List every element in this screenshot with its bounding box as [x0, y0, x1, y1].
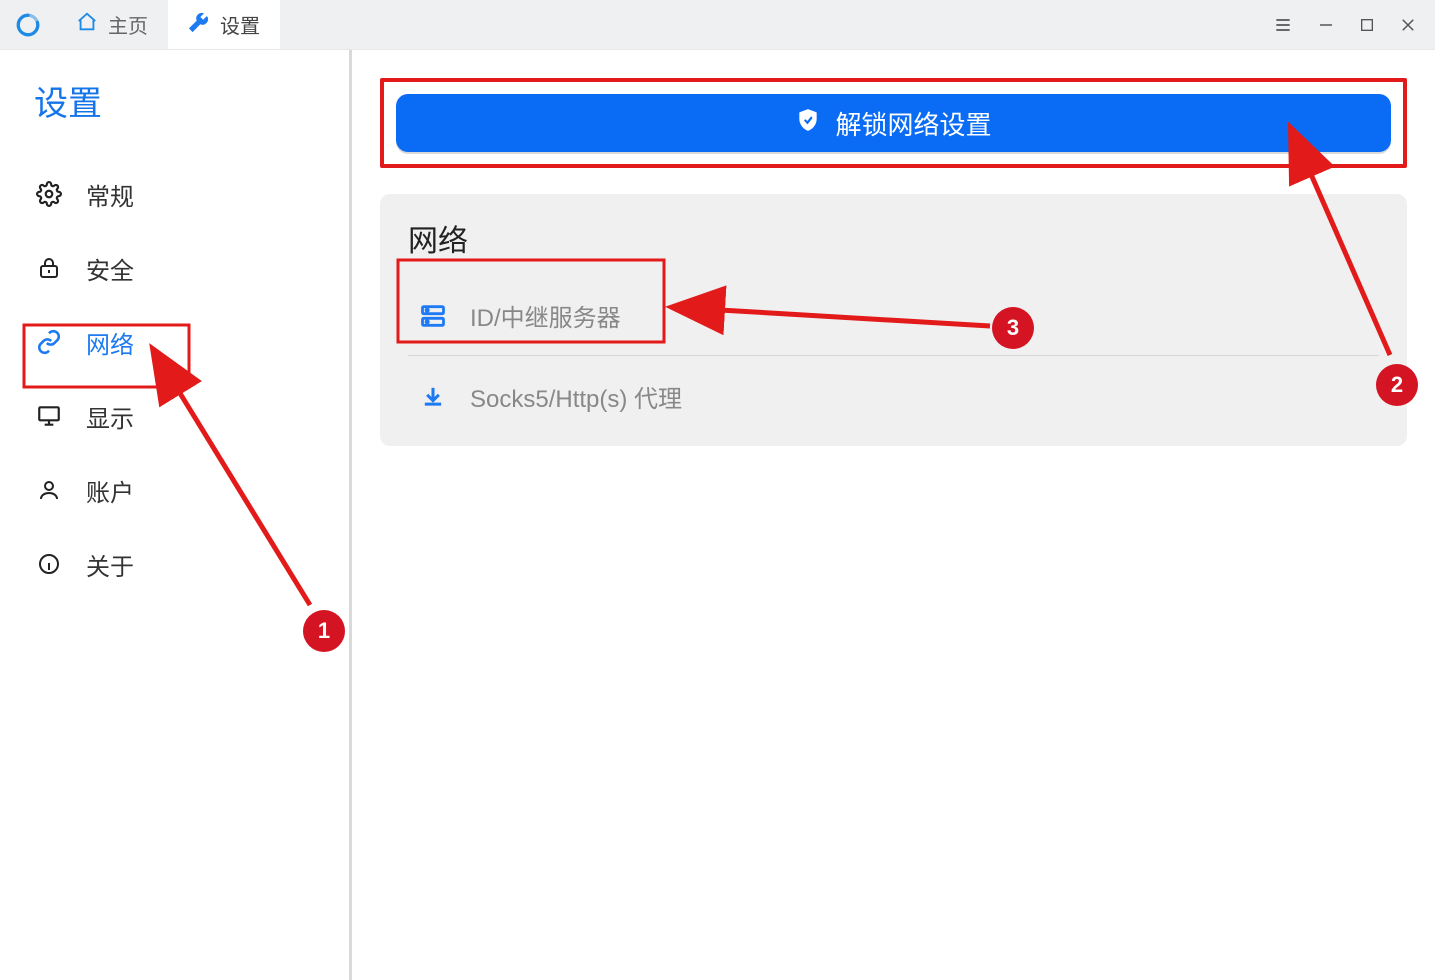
titlebar-spacer [280, 0, 1255, 49]
sidebar-item-label: 安全 [86, 251, 134, 286]
link-icon [34, 329, 64, 355]
tab-home-label: 主页 [108, 10, 148, 39]
app-logo-icon [15, 12, 41, 38]
gear-icon [34, 181, 64, 207]
sidebar-item-account[interactable]: 账户 [0, 453, 349, 527]
sidebar-item-label: 关于 [86, 547, 134, 582]
sidebar-item-general[interactable]: 常规 [0, 157, 349, 231]
sidebar-item-display[interactable]: 显示 [0, 379, 349, 453]
lock-icon [34, 256, 64, 280]
option-relay-label: ID/中继服务器 [470, 298, 621, 333]
tab-settings-label: 设置 [220, 10, 260, 39]
sidebar-item-label: 显示 [86, 399, 134, 434]
callout-unlock-frame: 解锁网络设置 [380, 78, 1407, 168]
monitor-icon [34, 403, 64, 429]
unlock-network-button[interactable]: 解锁网络设置 [396, 94, 1391, 152]
maximize-button[interactable] [1359, 17, 1375, 33]
hamburger-icon [1273, 15, 1293, 35]
server-icon [416, 302, 450, 330]
maximize-icon [1359, 17, 1375, 33]
sidebar-item-about[interactable]: 关于 [0, 527, 349, 601]
shield-icon [795, 107, 821, 140]
settings-sidebar: 设置 常规 安全 网络 显示 [0, 50, 352, 980]
wrench-icon [188, 11, 210, 39]
option-proxy[interactable]: Socks5/Http(s) 代理 [408, 356, 1379, 436]
page-body: 设置 常规 安全 网络 显示 [0, 50, 1435, 980]
tab-home[interactable]: 主页 [56, 0, 168, 49]
close-icon [1399, 16, 1417, 34]
option-proxy-label: Socks5/Http(s) 代理 [470, 379, 682, 414]
download-arrow-icon [416, 382, 450, 410]
titlebar: 主页 设置 [0, 0, 1435, 50]
unlock-network-label: 解锁网络设置 [835, 105, 991, 142]
info-icon [34, 552, 64, 576]
sidebar-title: 设置 [0, 76, 349, 157]
minimize-button[interactable] [1317, 16, 1335, 34]
option-relay-server[interactable]: ID/中继服务器 [408, 276, 1379, 356]
sidebar-item-label: 网络 [86, 325, 134, 360]
sidebar-item-security[interactable]: 安全 [0, 231, 349, 305]
menu-button[interactable] [1273, 15, 1293, 35]
sidebar-item-label: 常规 [86, 177, 134, 212]
sidebar-item-label: 账户 [86, 473, 134, 508]
sidebar-item-network[interactable]: 网络 [0, 305, 349, 379]
close-button[interactable] [1399, 16, 1417, 34]
app-logo [0, 0, 56, 49]
window-controls [1255, 0, 1435, 49]
minimize-icon [1317, 16, 1335, 34]
user-icon [34, 478, 64, 502]
settings-main: 解锁网络设置 网络 ID/中继服务器 Socks5/Http(s) 代理 [352, 50, 1435, 980]
home-icon [76, 11, 98, 39]
tab-settings[interactable]: 设置 [168, 0, 280, 49]
network-section-title: 网络 [408, 216, 1379, 260]
network-section: 网络 ID/中继服务器 Socks5/Http(s) 代理 [380, 194, 1407, 446]
